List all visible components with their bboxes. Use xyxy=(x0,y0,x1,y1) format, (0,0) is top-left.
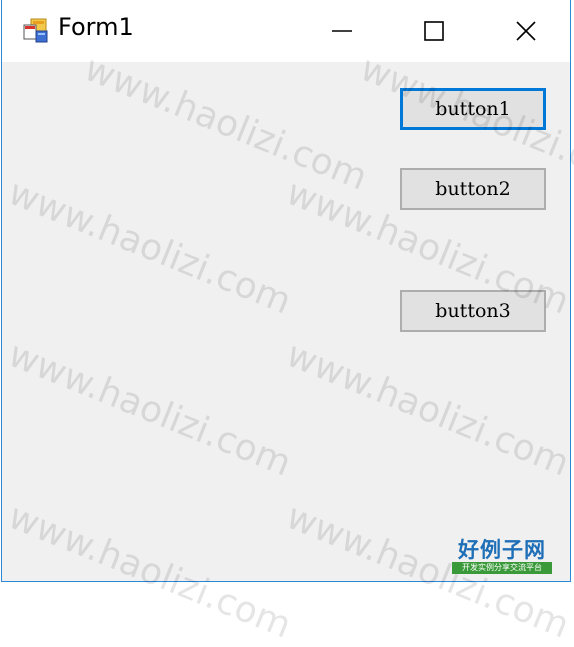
app-icon[interactable] xyxy=(22,17,50,45)
logo-subtitle: 开发实例分享交流平台 xyxy=(452,562,552,574)
close-icon xyxy=(516,21,536,41)
title-bar[interactable]: Form1 xyxy=(2,0,570,62)
logo-title: 好例子网 xyxy=(458,537,546,562)
form1-window: Form1 button1 button2 button3 xyxy=(1,0,571,582)
button1[interactable]: button1 xyxy=(400,88,546,130)
haolizi-logo: 好例子网 开发实例分享交流平台 xyxy=(450,538,554,576)
maximize-icon xyxy=(424,21,444,41)
minimize-button[interactable] xyxy=(296,0,388,62)
button3[interactable]: button3 xyxy=(400,290,546,332)
maximize-button[interactable] xyxy=(388,0,480,62)
window-title: Form1 xyxy=(58,13,134,41)
close-button[interactable] xyxy=(480,0,570,62)
form-client-area: button1 button2 button3 xyxy=(2,62,570,581)
button2[interactable]: button2 xyxy=(400,168,546,210)
minimize-icon xyxy=(332,30,352,32)
